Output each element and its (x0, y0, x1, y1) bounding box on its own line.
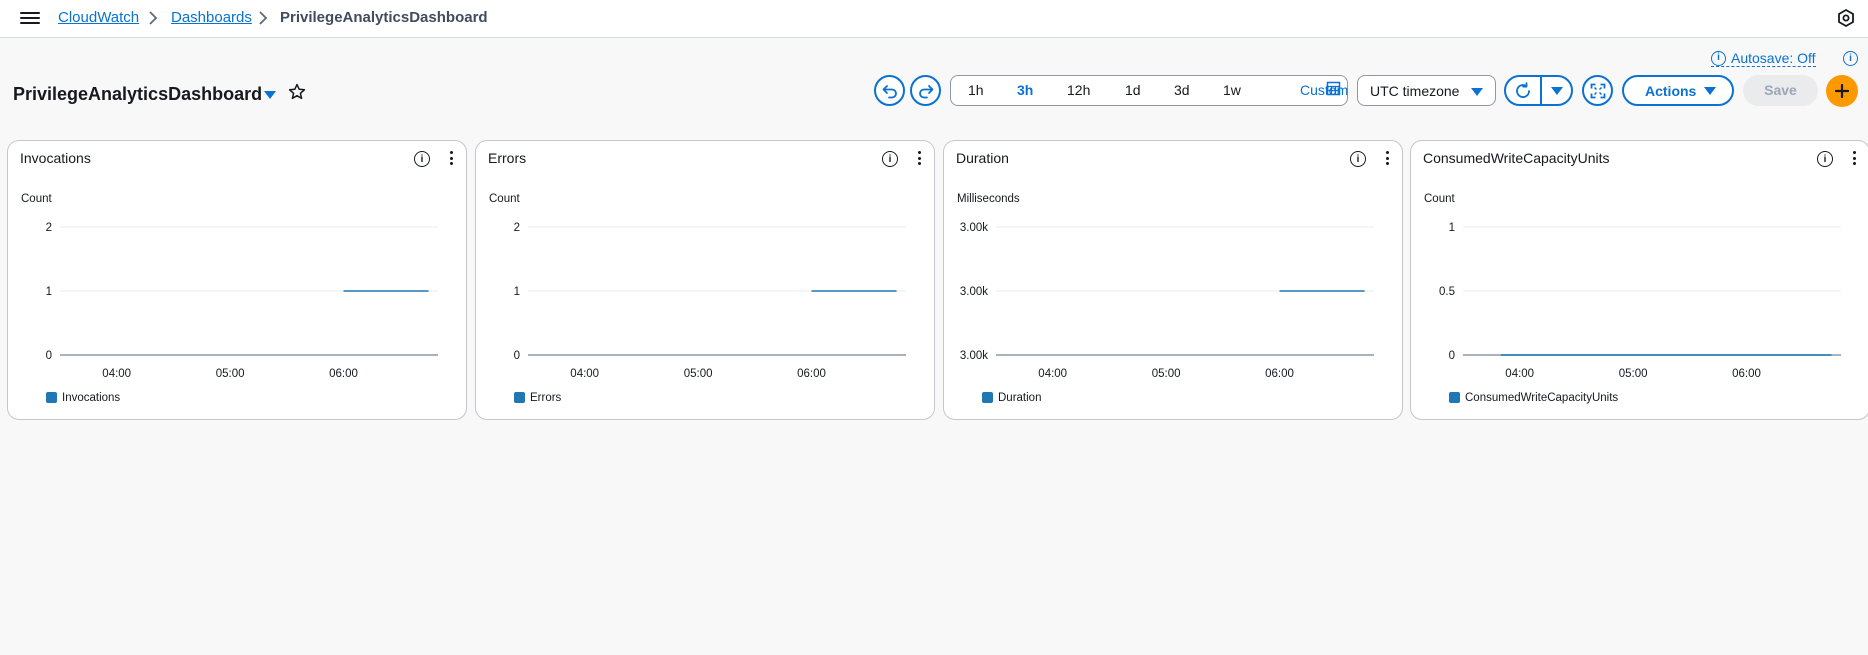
autosave-toggle[interactable]: i Autosave: Off (1711, 50, 1816, 67)
y-tick-label: 2 (514, 222, 520, 234)
add-widget-button[interactable] (1826, 75, 1858, 107)
legend-swatch (46, 392, 57, 403)
y-tick-label: 0 (46, 350, 52, 362)
x-tick-label: 05:00 (684, 368, 713, 380)
legend-label: Invocations (62, 392, 120, 404)
line-chart: Milliseconds 3.00k 3.00k 3.00k 04:00 05:00 06:… (957, 193, 1374, 404)
range-option-1d[interactable]: 1d (1125, 82, 1141, 98)
y-axis-unit-label: Milliseconds (957, 193, 1020, 205)
settings-hexagon-icon[interactable] (1836, 8, 1856, 28)
actions-dropdown[interactable]: Actions (1622, 75, 1734, 106)
refresh-interval-dropdown[interactable] (1542, 77, 1572, 104)
widget-invocations: Invocations i Count 2 1 0 04:00 05:00 06:00 Inv… (7, 140, 467, 420)
legend-swatch (514, 392, 525, 403)
range-option-1w[interactable]: 1w (1223, 82, 1241, 98)
plus-icon (1835, 84, 1849, 98)
range-option-1h[interactable]: 1h (968, 82, 984, 98)
refresh-button[interactable] (1506, 77, 1540, 104)
menu-icon[interactable] (20, 9, 40, 27)
legend-label: Duration (998, 392, 1041, 404)
y-tick-label: 3.00k (960, 222, 988, 234)
line-chart: Count 2 1 0 04:00 05:00 06:00 Invocations (21, 193, 438, 404)
legend-swatch (982, 392, 993, 403)
refresh-button-group (1504, 75, 1573, 106)
x-tick-label: 04:00 (570, 368, 599, 380)
time-range-selector (950, 75, 1348, 106)
legend-swatch (1449, 392, 1460, 403)
legend-label: ConsumedWriteCapacityUnits (1465, 392, 1618, 404)
x-tick-label: 06:00 (797, 368, 826, 380)
chevron-right-icon (259, 11, 268, 25)
calendar-icon[interactable] (1326, 81, 1341, 96)
line-chart: Count 1 0.5 0 04:00 05:00 06:00 ConsumedWriteCa… (1424, 193, 1841, 404)
y-axis-unit-label: Count (489, 193, 520, 205)
range-option-3d[interactable]: 3d (1174, 82, 1190, 98)
star-icon[interactable] (288, 83, 306, 101)
page-title: PrivilegeAnalyticsDashboard (13, 84, 263, 104)
x-tick-label: 04:00 (1038, 368, 1067, 380)
x-tick-label: 05:00 (216, 368, 245, 380)
y-tick-label: 2 (46, 222, 52, 234)
y-tick-label: 0.5 (1439, 286, 1455, 298)
x-tick-label: 06:00 (1732, 368, 1761, 380)
actions-label: Actions (1645, 83, 1697, 99)
autosave-label: Autosave: Off (1731, 50, 1816, 66)
widget-errors: Errors i Count 2 1 0 04:00 05:00 06:00 Errors (475, 140, 935, 420)
timezone-label: UTC timezone (1370, 83, 1460, 99)
line-chart: Count 2 1 0 04:00 05:00 06:00 Errors (489, 193, 906, 404)
chevron-right-icon (149, 11, 158, 25)
y-axis-unit-label: Count (1424, 193, 1455, 205)
x-tick-label: 06:00 (1265, 368, 1294, 380)
x-tick-label: 04:00 (1505, 368, 1534, 380)
y-axis-unit-label: Count (21, 193, 52, 205)
x-tick-label: 06:00 (329, 368, 358, 380)
y-tick-label: 0 (1449, 350, 1455, 362)
y-tick-label: 1 (46, 286, 52, 298)
refresh-icon (1516, 81, 1530, 98)
info-icon: i (1711, 50, 1726, 66)
save-button[interactable]: Save (1743, 75, 1818, 106)
legend-label: Errors (530, 392, 562, 404)
y-tick-label: 0 (514, 350, 520, 362)
range-option-3h[interactable]: 3h (1017, 82, 1033, 98)
widget-consumed-write-capacity-units: ConsumedWriteCapacityUnits i Count 1 0.5 0 0… (1410, 140, 1868, 420)
redo-button[interactable] (910, 75, 941, 106)
breadcrumb-cloudwatch[interactable]: CloudWatch (58, 9, 139, 26)
range-option-12h[interactable]: 12h (1067, 82, 1090, 98)
undo-icon (882, 84, 897, 98)
y-tick-label: 1 (514, 286, 520, 298)
top-navigation-bar: CloudWatch Dashboards PrivilegeAnalytics… (0, 0, 1868, 38)
y-tick-label: 3.00k (960, 350, 988, 362)
caret-down-icon[interactable] (264, 90, 276, 100)
y-tick-label: 1 (1449, 222, 1455, 234)
breadcrumb-dashboards[interactable]: Dashboards (171, 9, 252, 26)
undo-button[interactable] (874, 75, 905, 106)
x-tick-label: 05:00 (1619, 368, 1648, 380)
breadcrumb-current: PrivilegeAnalyticsDashboard (280, 9, 488, 26)
caret-down-icon (1471, 88, 1483, 96)
caret-down-icon (1551, 86, 1563, 95)
timezone-select[interactable]: UTC timezone (1357, 75, 1496, 106)
y-tick-label: 3.00k (960, 286, 988, 298)
fullscreen-button[interactable] (1582, 75, 1613, 106)
redo-icon (918, 84, 933, 98)
caret-down-icon (1704, 87, 1716, 95)
fullscreen-icon (1590, 83, 1605, 98)
info-icon[interactable]: i (1843, 51, 1858, 66)
x-tick-label: 05:00 (1152, 368, 1181, 380)
widget-duration: Duration i Milliseconds 3.00k 3.00k 3.00k 04… (943, 140, 1403, 420)
x-tick-label: 04:00 (102, 368, 131, 380)
